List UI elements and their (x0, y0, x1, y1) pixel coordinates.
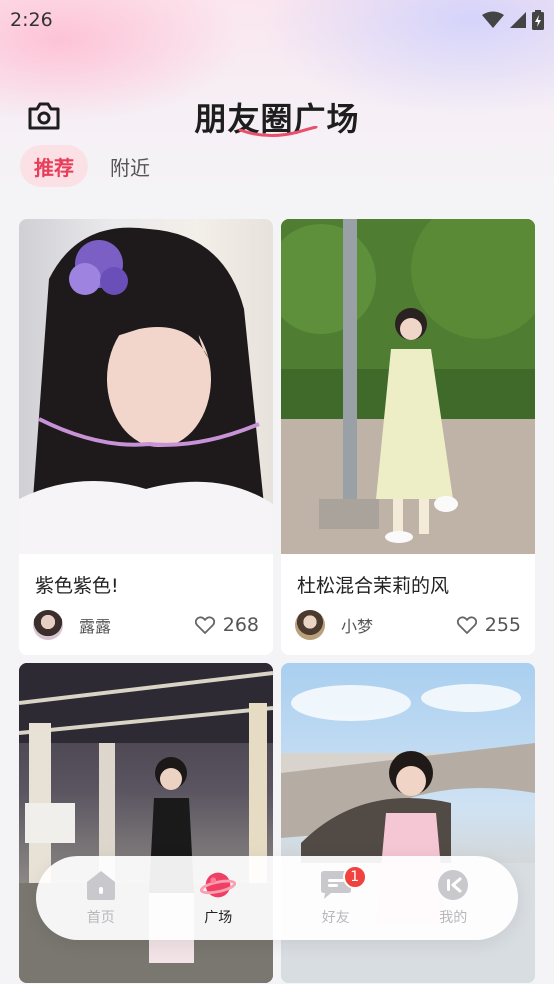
unread-badge: 1 (342, 865, 367, 889)
post-card[interactable]: 紫色紫色! 露露 268 (19, 219, 273, 655)
heart-icon (456, 616, 477, 634)
status-time: 2:26 (10, 9, 53, 31)
post-photo (281, 219, 535, 554)
signal-icon (510, 12, 526, 28)
home-icon (86, 871, 115, 900)
bottom-navigation: 首页 广场 好友 1 我的 (36, 856, 518, 940)
like-button[interactable]: 268 (194, 614, 259, 636)
feed-tabs: 推荐 附近 (20, 145, 154, 187)
post-caption: 紫色紫色! (35, 575, 119, 597)
nav-friends-label: 好友 (321, 910, 350, 926)
avatar[interactable] (295, 610, 325, 640)
status-icons (482, 10, 544, 30)
avatar[interactable] (33, 610, 63, 640)
profile-icon (438, 870, 469, 900)
heart-icon (194, 616, 215, 634)
outdoor-illustration (281, 219, 535, 554)
nav-plaza[interactable]: 广场 (163, 863, 273, 933)
nav-friends[interactable]: 好友 1 (281, 863, 391, 933)
nav-home-label: 首页 (86, 910, 115, 926)
nav-plaza-label: 广场 (204, 910, 233, 926)
post-photo (19, 219, 273, 554)
tab-nearby[interactable]: 附近 (106, 145, 154, 187)
author-name[interactable]: 小梦 (341, 613, 373, 637)
nav-profile[interactable]: 我的 (398, 863, 508, 933)
author-name[interactable]: 露露 (79, 613, 111, 637)
header: 朋友圈广场 (0, 88, 554, 144)
like-button[interactable]: 255 (456, 614, 521, 636)
nav-home[interactable]: 首页 (46, 863, 156, 933)
post-card[interactable]: 杜松混合茉莉的风 小梦 255 (281, 219, 535, 655)
battery-icon (532, 10, 544, 30)
title-swoosh-decoration (238, 126, 318, 137)
post-meta: 小梦 255 (295, 609, 521, 641)
status-bar: 2:26 (0, 0, 554, 40)
tab-recommended[interactable]: 推荐 (20, 145, 88, 187)
wifi-icon (482, 11, 504, 28)
nav-profile-label: 我的 (439, 910, 468, 926)
portrait-illustration (19, 227, 273, 554)
like-count: 255 (484, 614, 521, 636)
like-count: 268 (222, 614, 259, 636)
post-caption: 杜松混合茉莉的风 (297, 575, 450, 597)
planet-icon (200, 872, 237, 898)
post-meta: 露露 268 (33, 609, 259, 641)
